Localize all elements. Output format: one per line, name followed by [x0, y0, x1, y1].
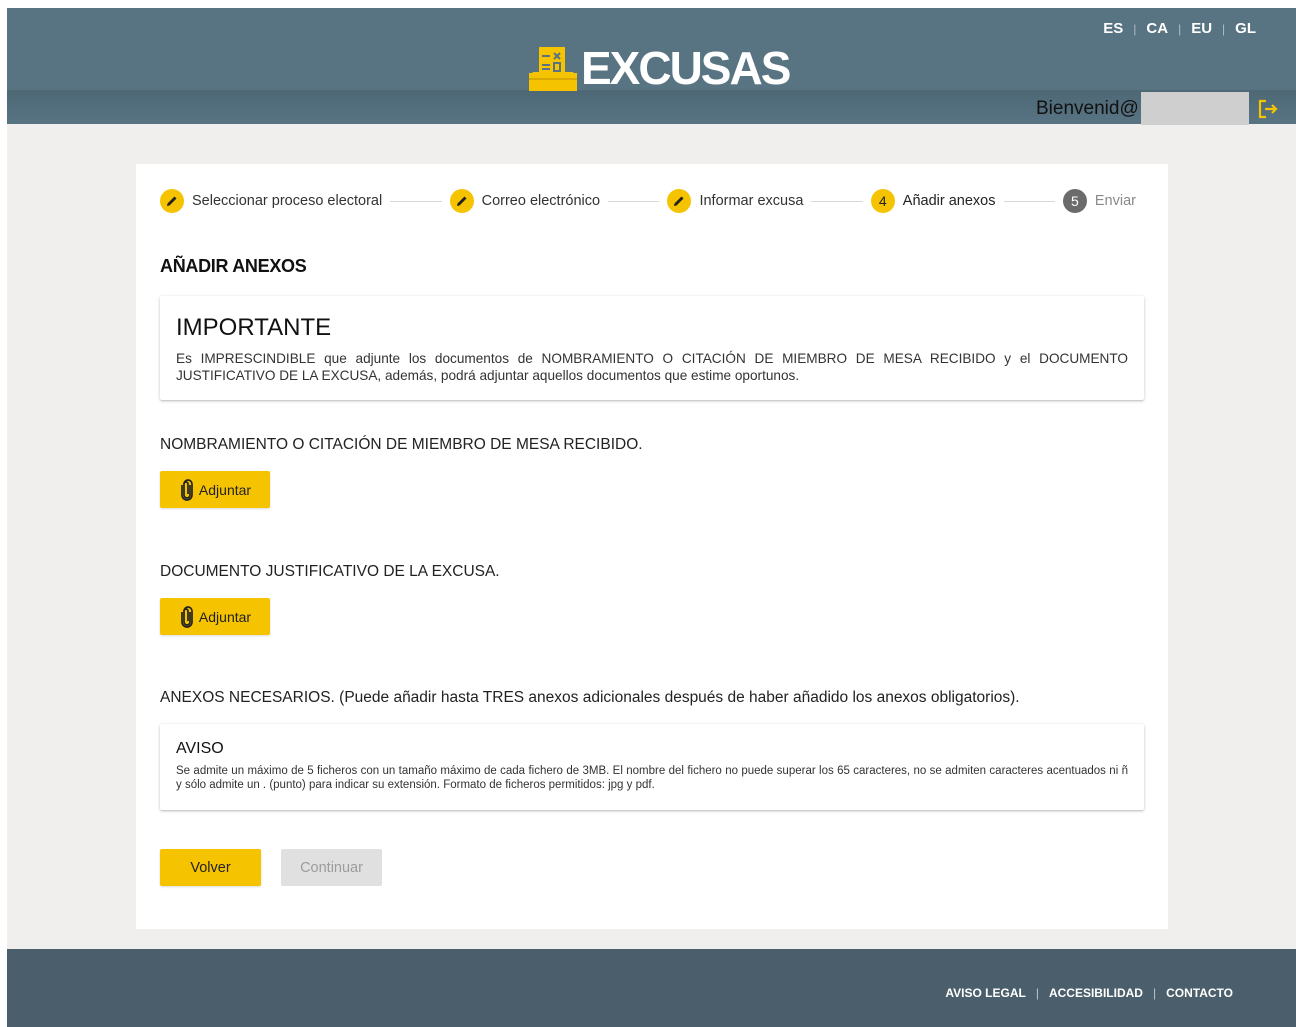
attach-label: Adjuntar — [198, 608, 252, 625]
footer-separator: | — [1152, 986, 1157, 1000]
footer-links: AVISO LEGAL | ACCESIBILIDAD | CONTACTO — [945, 986, 1233, 1000]
step-circle — [667, 189, 692, 213]
stepper: Seleccionar proceso electoral Correo ele… — [160, 188, 1136, 214]
logout-icon[interactable] — [1257, 98, 1279, 120]
attach-label: Adjuntar — [198, 481, 252, 498]
page-title: AÑADIR ANEXOS — [160, 256, 307, 276]
step-circle — [160, 189, 184, 213]
welcome-text: Bienvenid@ — [1036, 97, 1139, 119]
back-button[interactable]: Volver — [160, 849, 261, 886]
site-footer: AVISO LEGAL | ACCESIBILIDAD | CONTACTO — [7, 949, 1296, 1027]
step-label: Correo electrónico — [481, 193, 601, 209]
nombramiento-label: NOMBRAMIENTO O CITACIÓN DE MIEMBRO DE ME… — [160, 436, 643, 453]
step-label: Añadir anexos — [902, 193, 996, 209]
aviso-notice: AVISO Se admite un máximo de 5 ficheros … — [160, 724, 1144, 810]
step-label: Enviar — [1094, 193, 1136, 209]
language-selector: ES | CA | EU | GL — [1103, 20, 1256, 37]
step-circle — [449, 189, 474, 213]
user-name-redacted — [1140, 92, 1249, 125]
logo-text: EXCUSAS — [581, 42, 791, 94]
importante-notice: IMPORTANTE Es IMPRESCINDIBLE que adjunte… — [160, 296, 1144, 400]
importante-heading: IMPORTANTE — [176, 314, 332, 341]
lang-separator: | — [1222, 21, 1226, 36]
importante-text: Es IMPRESCINDIBLE que adjunte los docume… — [176, 351, 1128, 383]
step-connector — [608, 200, 660, 202]
pencil-icon — [456, 196, 467, 206]
lang-es[interactable]: ES — [1103, 20, 1123, 37]
step-2[interactable]: Correo electrónico — [449, 189, 601, 213]
footer-link-accesibilidad[interactable]: ACCESIBILIDAD — [1049, 986, 1143, 1000]
aviso-heading: AVISO — [176, 740, 224, 757]
lang-gl[interactable]: GL — [1235, 20, 1256, 37]
lang-separator: | — [1133, 21, 1137, 36]
step-number: 4 — [870, 189, 895, 213]
ballot-box-icon — [529, 47, 577, 91]
step-label: Seleccionar proceso electoral — [192, 193, 383, 209]
attach-nombramiento-button[interactable]: Adjuntar — [160, 471, 270, 508]
anexos-label: ANEXOS NECESARIOS. (Puede añadir hasta T… — [160, 689, 1020, 706]
footer-separator: | — [1035, 986, 1039, 1000]
lang-ca[interactable]: CA — [1146, 20, 1168, 37]
lang-separator: | — [1178, 21, 1182, 36]
step-connector — [1003, 200, 1055, 202]
footer-link-contacto[interactable]: CONTACTO — [1166, 986, 1233, 1000]
footer-link-aviso-legal[interactable]: AVISO LEGAL — [945, 986, 1025, 1000]
step-connector — [390, 200, 442, 202]
paperclip-icon — [181, 478, 193, 501]
justificativo-label: DOCUMENTO JUSTIFICATIVO DE LA EXCUSA. — [160, 563, 500, 580]
step-5: 5 Enviar — [1062, 189, 1136, 213]
aviso-text: Se admite un máximo de 5 ficheros con un… — [176, 765, 1128, 791]
step-label: Informar excusa — [699, 193, 804, 209]
step-connector — [811, 200, 863, 202]
pencil-icon — [167, 196, 177, 206]
continue-button[interactable]: Continuar — [281, 849, 382, 886]
step-1[interactable]: Seleccionar proceso electoral — [160, 189, 382, 213]
step-3[interactable]: Informar excusa — [667, 189, 803, 213]
main-card: Seleccionar proceso electoral Correo ele… — [136, 164, 1168, 929]
site-header: EXCUSAS ES | CA | EU | GL Bienvenid@ — [7, 8, 1296, 125]
step-4: 4 Añadir anexos — [870, 189, 996, 213]
site-logo[interactable]: EXCUSAS — [527, 40, 791, 96]
lang-eu[interactable]: EU — [1191, 20, 1212, 37]
step-number: 5 — [1062, 189, 1087, 213]
attach-justificativo-button[interactable]: Adjuntar — [160, 598, 270, 635]
paperclip-icon — [181, 605, 193, 628]
pencil-icon — [674, 196, 684, 206]
user-welcome: Bienvenid@ — [1036, 92, 1279, 125]
